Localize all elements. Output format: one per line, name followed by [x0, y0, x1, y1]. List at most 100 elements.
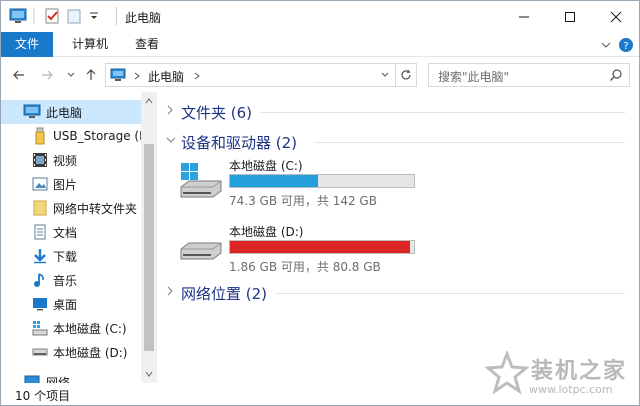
group-title: 文件夹 (6) [181, 104, 253, 122]
music-icon [31, 271, 49, 289]
back-arrow-icon [13, 70, 24, 80]
nav-item-label: 下载 [53, 249, 78, 264]
breadcrumb-chevron-icon[interactable] [192, 70, 202, 80]
nav-item-label: 图片 [53, 177, 78, 192]
hard-drive-icon [177, 227, 225, 267]
close-icon [610, 11, 622, 22]
scroll-thumb[interactable] [144, 144, 154, 351]
usb-drive-icon [31, 127, 49, 145]
chevron-down-icon[interactable] [165, 134, 177, 148]
search-icon[interactable] [609, 68, 623, 82]
nav-item-drive-c[interactable]: 本地磁盘 (C:) [1, 316, 141, 340]
nav-item-documents[interactable]: 文档 [1, 220, 141, 244]
up-arrow-icon [86, 69, 96, 80]
breadcrumb-chevron-icon[interactable] [132, 70, 142, 80]
nav-scrollbar[interactable] [141, 92, 157, 383]
group-folders[interactable]: 文件夹 (6) [165, 101, 625, 123]
nav-item-network-transfer-folder[interactable]: 网络中转文件夹 [1, 196, 141, 220]
download-icon [31, 247, 49, 265]
nav-item-usb-storage[interactable]: USB_Storage (F [1, 124, 146, 148]
video-icon [31, 151, 49, 169]
address-bar[interactable]: 此电脑 [105, 63, 417, 87]
documents-icon [31, 223, 49, 241]
scroll-up-icon[interactable] [144, 96, 154, 106]
search-box[interactable]: 搜索"此电脑" [428, 63, 630, 87]
drive-usage-bar [229, 240, 415, 254]
group-devices-and-drives[interactable]: 设备和驱动器 (2) [165, 131, 625, 153]
item-count: 10 个项目 [15, 389, 71, 403]
window-title: 此电脑 [125, 11, 162, 25]
folder-icon [31, 199, 49, 217]
group-divider [315, 142, 625, 143]
help-icon[interactable]: ? [617, 36, 635, 54]
content-pane: 文件夹 (6) 设备和驱动器 (2) 本地磁盘 (C:) 74.3 GB 可用，… [159, 92, 639, 383]
explorer-window: 此电脑 文件 计算机 查看 ? 此电脑 搜索"此电脑" 此电脑 USB_Stor… [0, 0, 640, 406]
maximize-icon [565, 11, 575, 22]
chevron-right-icon[interactable] [165, 285, 177, 299]
group-title: 设备和驱动器 (2) [181, 134, 298, 152]
network-icon [23, 373, 41, 383]
nav-item-downloads[interactable]: 下载 [1, 244, 141, 268]
drive-name: 本地磁盘 (C:) [229, 159, 303, 173]
properties-icon[interactable] [43, 7, 61, 25]
pictures-icon [31, 175, 49, 193]
drive-tile-c[interactable]: 本地磁盘 (C:) 74.3 GB 可用，共 142 GB [177, 157, 417, 208]
drive-usage-fill [230, 241, 410, 253]
minimize-button[interactable] [501, 1, 547, 32]
group-divider [261, 112, 625, 113]
address-dropdown-button[interactable] [376, 64, 394, 86]
computer-icon[interactable] [9, 7, 27, 25]
address-row: 此电脑 搜索"此电脑" [1, 58, 639, 92]
forward-arrow-icon [42, 70, 53, 80]
nav-item-this-pc[interactable]: 此电脑 [1, 100, 141, 124]
maximize-button[interactable] [547, 1, 593, 32]
nav-item-label: USB_Storage (F [53, 129, 146, 143]
refresh-button[interactable] [395, 64, 416, 86]
new-folder-icon[interactable] [65, 7, 83, 25]
drive-space-info: 74.3 GB 可用，共 142 GB [229, 194, 377, 208]
site-watermark: 装机之家 www.lotpc.com [479, 347, 639, 405]
back-button[interactable] [9, 65, 29, 85]
chevron-right-icon[interactable] [165, 104, 177, 118]
group-network-locations[interactable]: 网络位置 (2) [165, 282, 625, 304]
drive-tile-d[interactable]: 本地磁盘 (D:) 1.86 GB 可用，共 80.8 GB [177, 223, 417, 274]
close-button[interactable] [593, 1, 639, 32]
nav-item-label: 桌面 [53, 297, 78, 312]
expand-ribbon-icon[interactable] [597, 36, 615, 54]
nav-item-label: 视频 [53, 153, 78, 168]
tab-computer[interactable]: 计算机 [63, 32, 117, 57]
nav-item-label: 此电脑 [46, 105, 83, 120]
nav-item-drive-d[interactable]: 本地磁盘 (D:) [1, 340, 141, 364]
nav-item-desktop[interactable]: 桌面 [1, 292, 141, 316]
computer-icon [23, 103, 41, 121]
nav-item-music[interactable]: 音乐 [1, 268, 141, 292]
tab-view[interactable]: 查看 [127, 32, 167, 57]
navigation-pane: 此电脑 USB_Storage (F 视频 图片 网络中转文件夹 文档 下载 音… [1, 92, 157, 383]
nav-item-label: 网络中转文件夹 [53, 201, 138, 216]
chevron-down-icon [381, 72, 389, 77]
windows-drive-icon [177, 161, 225, 201]
nav-item-videos[interactable]: 视频 [1, 148, 141, 172]
nav-item-label: 网络 [46, 375, 71, 384]
scroll-down-icon[interactable] [144, 369, 154, 379]
recent-locations-button[interactable] [61, 65, 81, 85]
nav-item-network[interactable]: 网络 [1, 370, 141, 383]
group-divider [275, 293, 625, 294]
nav-item-label: 音乐 [53, 273, 78, 288]
search-placeholder: 搜索"此电脑" [438, 70, 510, 84]
desktop-icon [31, 295, 49, 313]
nav-item-pictures[interactable]: 图片 [1, 172, 141, 196]
star-logo-icon [484, 349, 530, 395]
customize-qat-icon[interactable] [85, 7, 103, 25]
up-button[interactable] [81, 65, 101, 85]
chevron-down-icon [67, 72, 75, 77]
breadcrumb-location[interactable]: 此电脑 [148, 68, 184, 85]
minimize-icon [519, 16, 529, 17]
refresh-icon [401, 69, 411, 80]
drive-usage-fill [230, 175, 319, 187]
forward-button[interactable] [37, 65, 57, 85]
computer-icon [110, 67, 126, 83]
drive-space-info: 1.86 GB 可用，共 80.8 GB [229, 260, 381, 274]
nav-item-label: 本地磁盘 (C:) [53, 321, 127, 336]
tab-file[interactable]: 文件 [1, 32, 53, 57]
